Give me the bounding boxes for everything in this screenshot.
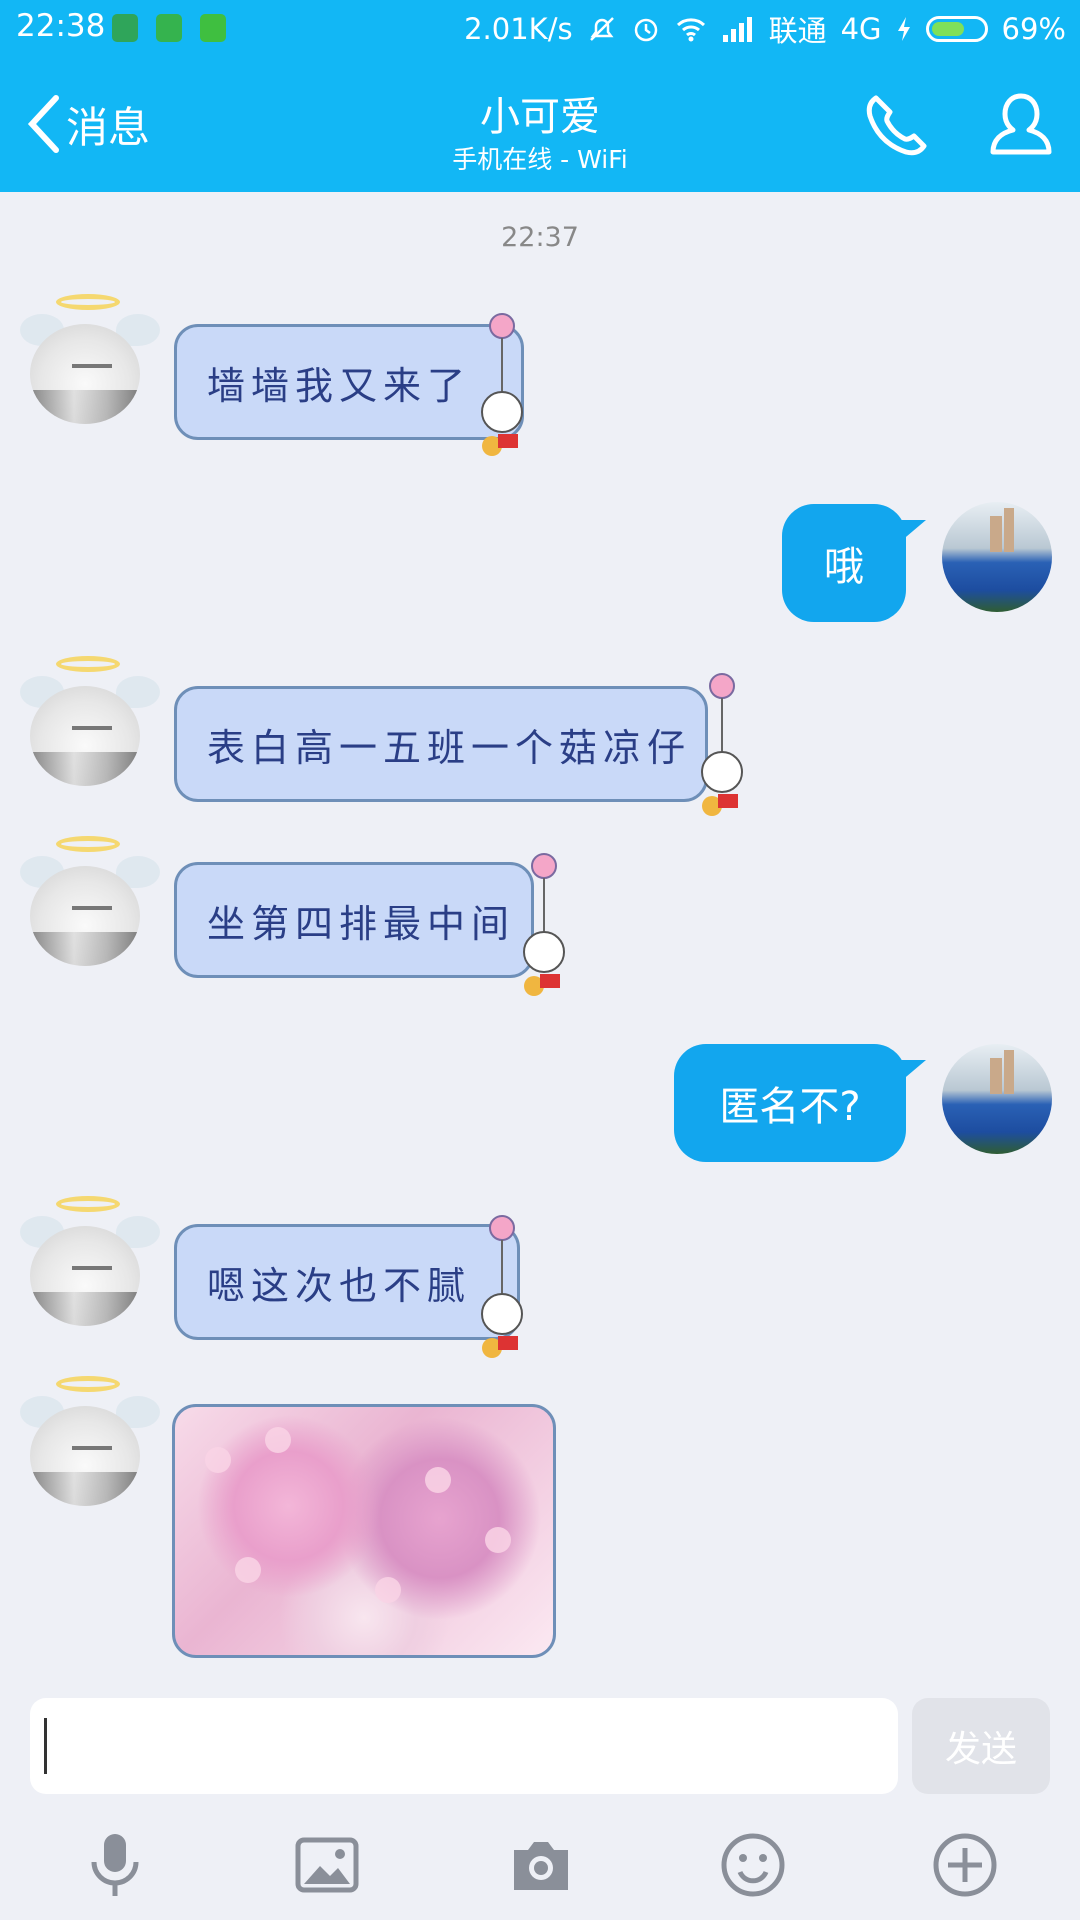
my-avatar[interactable] xyxy=(942,502,1052,612)
status-time: 22:38 xyxy=(16,8,106,44)
sim-icon xyxy=(200,14,226,42)
camera-button[interactable] xyxy=(506,1830,576,1900)
network-type: 4G xyxy=(840,12,882,46)
contact-avatar[interactable] xyxy=(20,656,160,786)
photo-button[interactable] xyxy=(292,1830,362,1900)
profile-button[interactable] xyxy=(986,90,1056,160)
message-text: 匿名不? xyxy=(719,1084,861,1130)
plus-circle-icon xyxy=(933,1833,997,1897)
top-bar: 22:38 2.01K/s 联通 4G 69% 消息 小可爱 手机在线 - Wi… xyxy=(0,0,1080,192)
avatar-photo xyxy=(30,686,140,786)
emoji-button[interactable] xyxy=(718,1830,788,1900)
wifi-icon xyxy=(676,18,705,42)
message-bubble-left[interactable]: 坐第四排最中间 xyxy=(174,862,534,978)
avatar-photo xyxy=(30,324,140,424)
battery-icon xyxy=(925,16,988,42)
contact-avatar[interactable] xyxy=(20,1196,160,1326)
bubble-sticker-decoration xyxy=(523,853,565,996)
network-speed: 2.01K/s xyxy=(464,12,573,46)
message-input[interactable] xyxy=(30,1698,898,1794)
message-bubble-left[interactable]: 表白高一五班一个菇凉仔 xyxy=(174,686,708,802)
more-button[interactable] xyxy=(930,1830,1000,1900)
status-right: 2.01K/s 联通 4G 69% xyxy=(464,8,1066,50)
bubble-sticker-decoration xyxy=(701,673,743,816)
android-icon xyxy=(156,14,182,42)
message-bubble-left[interactable]: 嗯这次也不腻 xyxy=(174,1224,520,1340)
alarm-icon xyxy=(634,18,657,42)
camera-icon xyxy=(514,1842,568,1890)
carrier-label: 联通 xyxy=(768,14,827,48)
bubble-sticker-decoration xyxy=(481,1215,523,1358)
bubble-tail xyxy=(900,520,926,542)
avatar-photo xyxy=(30,1406,140,1506)
my-avatar[interactable] xyxy=(942,1044,1052,1154)
signal-icon xyxy=(722,17,752,42)
mute-bell-icon xyxy=(589,17,614,41)
person-icon xyxy=(990,93,1052,155)
call-button[interactable] xyxy=(862,90,932,160)
charging-icon xyxy=(897,17,910,41)
contact-avatar[interactable] xyxy=(20,294,160,424)
contact-avatar[interactable] xyxy=(20,1376,160,1506)
bubble-tail xyxy=(900,1060,926,1082)
avatar-photo xyxy=(30,1226,140,1326)
message-text: 哦 xyxy=(824,544,864,590)
smiley-icon xyxy=(721,1833,785,1897)
text-caret xyxy=(44,1718,47,1774)
voice-button[interactable] xyxy=(80,1830,150,1900)
halo-decoration xyxy=(56,294,120,310)
message-text: 墙墙我又来了 xyxy=(207,363,472,408)
message-text: 坐第四排最中间 xyxy=(207,901,516,946)
bubble-sticker-decoration xyxy=(481,313,523,456)
battery-level xyxy=(931,22,965,36)
image-message[interactable] xyxy=(172,1404,556,1658)
message-timestamp: 22:37 xyxy=(501,222,579,253)
send-button[interactable]: 发送 xyxy=(912,1698,1050,1794)
microphone-icon xyxy=(91,1834,139,1896)
message-text: 嗯这次也不腻 xyxy=(207,1263,472,1308)
shield-icon xyxy=(112,14,138,42)
message-bubble-left[interactable]: 墙墙我又来了 xyxy=(174,324,524,440)
battery-percent: 69% xyxy=(1001,12,1066,46)
message-text: 表白高一五班一个菇凉仔 xyxy=(207,725,692,770)
image-icon xyxy=(295,1837,359,1893)
phone-icon xyxy=(866,95,927,156)
message-bubble-right[interactable]: 匿名不? xyxy=(674,1044,906,1162)
contact-avatar[interactable] xyxy=(20,836,160,966)
message-bubble-right[interactable]: 哦 xyxy=(782,504,906,622)
avatar-photo xyxy=(30,866,140,966)
status-bar: 22:38 2.01K/s 联通 4G 69% xyxy=(0,0,1080,58)
